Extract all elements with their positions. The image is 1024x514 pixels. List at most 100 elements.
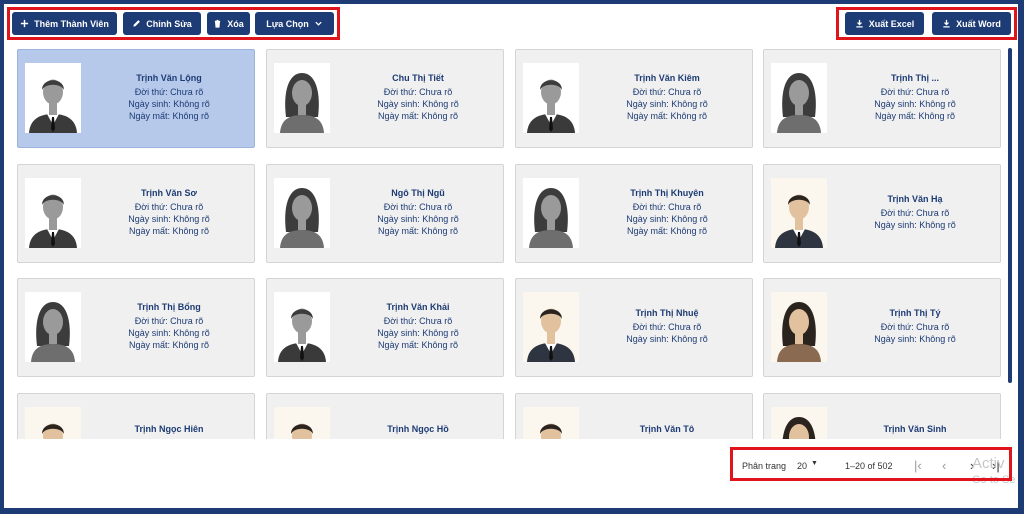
member-name: Trịnh Văn Kiêm	[634, 73, 700, 83]
download-icon	[856, 19, 863, 28]
member-info: Trịnh Văn Tô	[586, 423, 748, 437]
member-card[interactable]: Trịnh Văn Kiêm Đời thứ: Chưa rõ Ngày sinh:…	[515, 49, 753, 148]
member-avatar	[523, 63, 579, 133]
member-generation: Đời thứ: Chưa rõ	[632, 322, 702, 332]
member-generation: Đời thứ: Chưa rõ	[383, 202, 453, 212]
member-name: Trịnh Văn Hạ	[887, 194, 943, 204]
trash-icon	[215, 19, 221, 28]
member-card[interactable]: Trịnh Thị Bổng Đời thứ: Chưa rõ Ngày sinh:…	[17, 278, 255, 377]
member-card[interactable]: Trịnh Thị ... Đời thứ: Chưa rõ Ngày sinh: …	[763, 49, 1001, 148]
member-generation: Đời thứ: Chưa rõ	[383, 316, 453, 326]
export-word-button[interactable]: Xuất Word	[932, 12, 1011, 35]
edit-label: Chỉnh Sửa	[146, 18, 192, 29]
member-birth: Ngày sinh: Không rõ	[128, 328, 210, 338]
member-generation: Đời thứ: Chưa rõ	[632, 202, 702, 212]
member-birth: Ngày sinh: Không rõ	[626, 99, 708, 109]
member-avatar	[771, 178, 827, 248]
edit-button[interactable]: Chỉnh Sửa	[123, 12, 201, 35]
member-card[interactable]: Trịnh Văn Hạ Đời thứ: Chưa rõ Ngày sinh: K…	[763, 164, 1001, 263]
options-dropdown-button[interactable]: Lựa Chọn	[255, 12, 334, 35]
member-death: Ngày mất: Không rõ	[626, 111, 708, 121]
member-birth: Ngày sinh: Không rõ	[626, 214, 708, 224]
member-avatar	[25, 407, 81, 439]
member-card[interactable]: Trịnh Thị Khuyên Đời thứ: Chưa rõ Ngày sin…	[515, 164, 753, 263]
add-member-label: Thêm Thành Viên	[34, 18, 109, 29]
chevron-down-icon	[315, 21, 322, 26]
member-avatar	[274, 63, 330, 133]
export-excel-button[interactable]: Xuất Excel	[845, 12, 924, 35]
member-generation: Đời thứ: Chưa rõ	[880, 208, 950, 218]
member-avatar	[523, 178, 579, 248]
member-birth: Ngày sinh: Không rõ	[128, 214, 210, 224]
member-birth: Ngày sinh: Không rõ	[874, 334, 956, 344]
add-member-button[interactable]: Thêm Thành Viên	[12, 12, 117, 35]
member-card[interactable]: Ngô Thị Ngũ Đời thứ: Chưa rõ Ngày sinh: Kh…	[266, 164, 504, 263]
member-card[interactable]: Trịnh Văn Khải Đời thứ: Chưa rõ Ngày sinh:…	[266, 278, 504, 377]
page-size-value: 20	[797, 461, 808, 471]
member-info: Trịnh Văn Hạ Đời thứ: Chưa rõ Ngày sinh: K…	[834, 193, 996, 231]
last-page-icon[interactable]: ›|	[992, 458, 1000, 473]
member-name: Trịnh Ngọc Hiên	[134, 424, 204, 434]
plus-icon	[20, 19, 29, 28]
member-name: Trịnh Văn Lộng	[136, 73, 202, 83]
member-death: Ngày mất: Không rõ	[377, 340, 459, 350]
member-info: Trịnh Thị Nhuệ Đời thứ: Chưa rõ Ngày sinh:…	[586, 307, 748, 345]
member-card[interactable]: Trịnh Văn Lộng Đời thứ: Chưa rõ Ngày sinh:…	[17, 49, 255, 148]
first-page-icon[interactable]: |‹	[914, 458, 922, 473]
member-info: Chu Thị Tiết Đời thứ: Chưa rõ Ngày sinh: K…	[337, 72, 499, 122]
member-generation: Đời thứ: Chưa rõ	[134, 316, 204, 326]
member-card[interactable]: Trịnh Văn Sinh	[763, 393, 1001, 439]
pagination: Phân trang 20 ▼ 1–20 of 502 |‹ ‹ › ›|	[736, 452, 1010, 481]
member-info: Trịnh Thị Khuyên Đời thứ: Chưa rõ Ngày sin…	[586, 187, 748, 237]
previous-page-icon[interactable]: ‹	[942, 458, 946, 473]
member-name: Chu Thị Tiết	[392, 73, 444, 83]
member-name: Trịnh Thị Nhuệ	[635, 308, 699, 318]
page-size-select[interactable]: 20 ▼	[797, 460, 823, 473]
member-birth: Ngày sinh: Không rõ	[874, 220, 956, 230]
delete-label: Xóa	[227, 18, 244, 29]
member-death: Ngày mất: Không rõ	[128, 111, 210, 121]
pagination-label: Phân trang	[742, 461, 787, 471]
member-info: Trịnh Văn Kiêm Đời thứ: Chưa rõ Ngày sinh:…	[586, 72, 748, 122]
member-info: Trịnh Thị Bổng Đời thứ: Chưa rõ Ngày sinh:…	[88, 301, 250, 351]
member-name: Trịnh Văn Khải	[386, 302, 450, 312]
member-birth: Ngày sinh: Không rõ	[128, 99, 210, 109]
member-generation: Đời thứ: Chưa rõ	[880, 87, 950, 97]
member-avatar	[771, 407, 827, 439]
member-info: Trịnh Văn Sinh	[834, 423, 996, 437]
member-info: Trịnh Văn Khải Đời thứ: Chưa rõ Ngày sinh:…	[337, 301, 499, 351]
member-avatar	[523, 292, 579, 362]
download-icon	[943, 19, 950, 28]
scrollbar[interactable]	[1008, 48, 1012, 383]
member-death: Ngày mất: Không rõ	[626, 226, 708, 236]
member-card[interactable]: Trịnh Ngọc Hiên	[17, 393, 255, 439]
member-info: Trịnh Văn Lộng Đời thứ: Chưa rõ Ngày sinh:…	[88, 72, 250, 122]
member-card[interactable]: Chu Thị Tiết Đời thứ: Chưa rõ Ngày sinh: K…	[266, 49, 504, 148]
member-info: Trịnh Văn Sơ Đời thứ: Chưa rõ Ngày sinh: K…	[88, 187, 250, 237]
member-avatar	[274, 178, 330, 248]
delete-button[interactable]: Xóa	[207, 12, 250, 35]
member-card[interactable]: Trịnh Ngọc Hồ	[266, 393, 504, 439]
member-info: Trịnh Thị ... Đời thứ: Chưa rõ Ngày sinh: …	[834, 72, 996, 122]
member-name: Trịnh Thị Khuyên	[630, 188, 704, 198]
member-name: Ngô Thị Ngũ	[391, 188, 445, 198]
member-card[interactable]: Trịnh Văn Sơ Đời thứ: Chưa rõ Ngày sinh: K…	[17, 164, 255, 263]
member-death: Ngày mất: Không rõ	[874, 111, 956, 121]
member-info: Trịnh Thị Tý Đời thứ: Chưa rõ Ngày sinh: K…	[834, 307, 996, 345]
member-card[interactable]: Trịnh Văn Tô	[515, 393, 753, 439]
next-page-icon[interactable]: ›	[970, 458, 974, 473]
pencil-icon	[133, 20, 141, 27]
member-card[interactable]: Trịnh Thị Tý Đời thứ: Chưa rõ Ngày sinh: K…	[763, 278, 1001, 377]
member-info: Trịnh Ngọc Hồ	[337, 423, 499, 437]
export-word-label: Xuất Word	[956, 18, 1001, 29]
member-death: Ngày mất: Không rõ	[377, 111, 459, 121]
pagination-range: 1–20 of 502	[845, 461, 893, 471]
member-death: Ngày mất: Không rõ	[377, 226, 459, 236]
member-birth: Ngày sinh: Không rõ	[377, 214, 459, 224]
member-generation: Đời thứ: Chưa rõ	[880, 322, 950, 332]
member-avatar	[771, 292, 827, 362]
member-avatar	[771, 63, 827, 133]
member-name: Trịnh Thị Bổng	[137, 302, 201, 312]
member-card[interactable]: Trịnh Thị Nhuệ Đời thứ: Chưa rõ Ngày sinh:…	[515, 278, 753, 377]
member-birth: Ngày sinh: Không rõ	[874, 99, 956, 109]
